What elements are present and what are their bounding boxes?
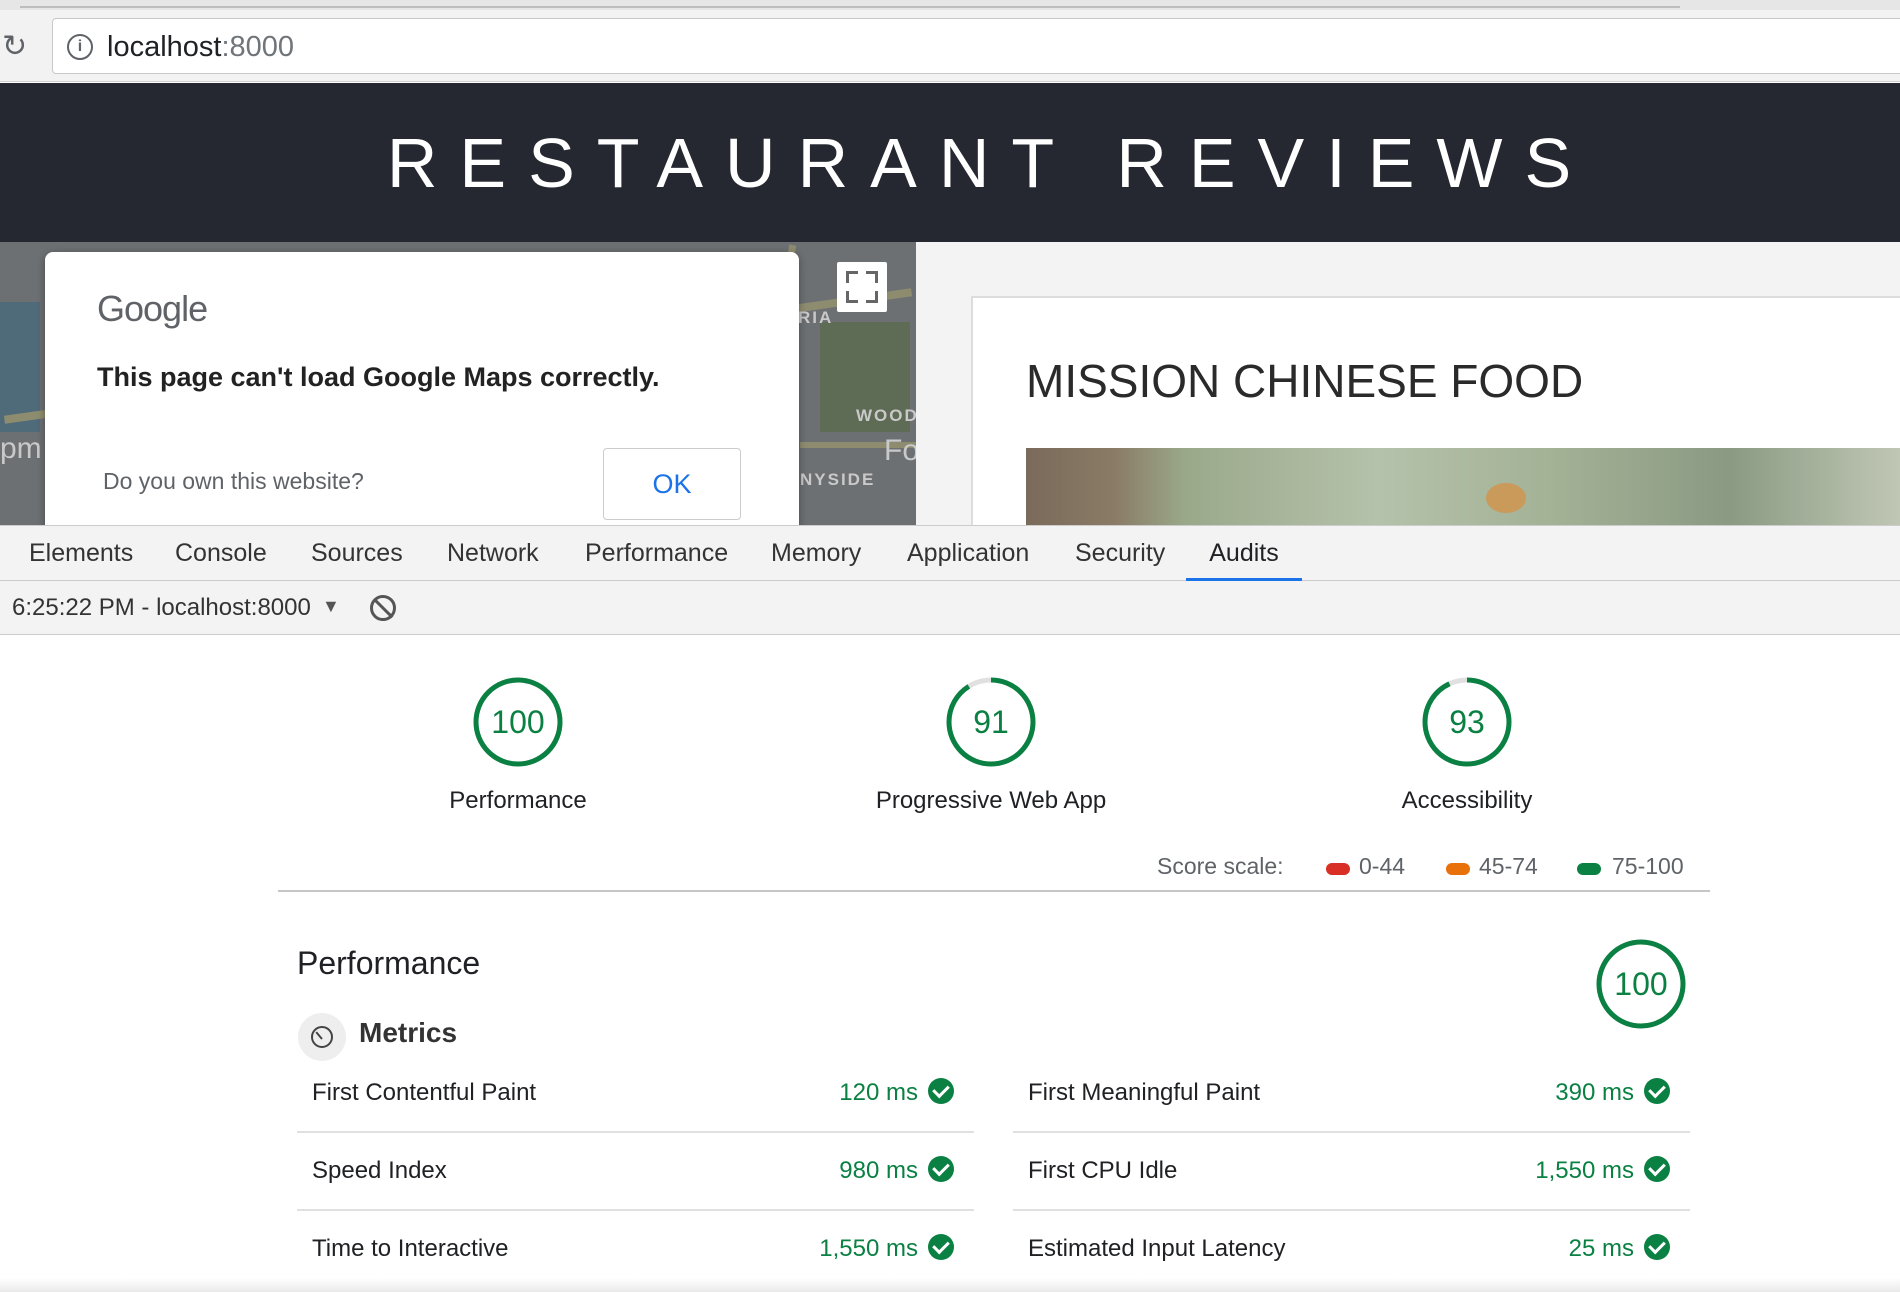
fullscreen-icon	[866, 271, 878, 283]
pass-check-icon	[1644, 1234, 1670, 1260]
pass-check-icon	[1644, 1156, 1670, 1182]
fullscreen-icon	[846, 271, 858, 283]
map-label: RIA	[798, 308, 834, 327]
metric-name: Estimated Input Latency	[1028, 1235, 1286, 1262]
url-text: localhost:8000	[107, 31, 295, 63]
metric-value: 120 ms	[839, 1079, 918, 1106]
gauge-pwa[interactable]: 91	[945, 676, 1037, 768]
maps-error-message: This page can't load Google Maps correct…	[97, 362, 660, 392]
gauge-score: 91	[973, 704, 1009, 740]
scale-range: 45-74	[1479, 853, 1538, 879]
gauge-performance[interactable]: 100	[472, 676, 564, 768]
fullscreen-icon	[846, 291, 858, 303]
tab-memory[interactable]: Memory	[771, 526, 861, 581]
stopwatch-icon	[298, 1013, 346, 1061]
metric-value: 390 ms	[1555, 1079, 1634, 1106]
photo-detail	[1486, 483, 1526, 513]
gauge-accessibility[interactable]: 93	[1421, 676, 1513, 768]
map-label: pm	[0, 432, 42, 465]
scale-green-pill	[1577, 863, 1601, 875]
metric-value: 25 ms	[1568, 1235, 1634, 1262]
caret-down-icon[interactable]: ▼	[322, 596, 340, 617]
restaurant-photo	[1026, 448, 1900, 528]
metric-row[interactable]: First Contentful Paint 120 ms	[297, 1055, 974, 1133]
gauge-label: Progressive Web App	[875, 787, 1107, 814]
gauge-label: Performance	[449, 787, 587, 814]
fullscreen-button[interactable]	[837, 262, 887, 312]
tab-application[interactable]: Application	[907, 526, 1029, 581]
ok-button[interactable]: OK	[603, 448, 741, 520]
tab-audits[interactable]: Audits	[1186, 526, 1302, 581]
metric-name: Time to Interactive	[312, 1235, 509, 1262]
audit-run-bar: 6:25:22 PM - localhost:8000 ▼	[0, 581, 1900, 635]
maps-error-dialog: Google This page can't load Google Maps …	[45, 252, 799, 525]
report-divider	[278, 890, 1710, 892]
browser-toolbar: ↻ i localhost:8000	[0, 10, 1900, 82]
fullscreen-icon	[866, 291, 878, 303]
map-label: NYSIDE	[800, 470, 876, 489]
metric-value: 1,550 ms	[1535, 1157, 1634, 1184]
tab-security[interactable]: Security	[1075, 526, 1165, 581]
info-icon[interactable]: i	[67, 34, 93, 60]
own-website-link[interactable]: Do you own this website?	[103, 468, 364, 495]
tab-network[interactable]: Network	[447, 526, 539, 581]
site-header: RESTAURANT REVIEWS	[0, 83, 1900, 242]
metric-row[interactable]: First Meaningful Paint 390 ms	[1013, 1055, 1690, 1133]
scale-orange-pill	[1446, 863, 1470, 875]
google-logo: Google	[97, 288, 208, 329]
audit-run-selector[interactable]: 6:25:22 PM - localhost:8000	[12, 594, 311, 622]
tab-performance[interactable]: Performance	[585, 526, 728, 581]
restaurant-name[interactable]: MISSION CHINESE FOOD	[1026, 354, 1583, 408]
tab-console[interactable]: Console	[175, 526, 267, 581]
pass-check-icon	[1644, 1078, 1670, 1104]
map-label: WOOD	[856, 406, 916, 425]
gauge-score: 100	[491, 704, 545, 740]
metric-value: 1,550 ms	[819, 1235, 918, 1262]
gauge-label: Accessibility	[1401, 787, 1533, 814]
scale-range: 75-100	[1612, 853, 1684, 879]
gauge-section-performance[interactable]: 100	[1595, 938, 1687, 1030]
gauge-score: 93	[1449, 704, 1485, 740]
devtools-tabbar: Elements Console Sources Network Perform…	[0, 525, 1900, 581]
metric-row[interactable]: Speed Index 980 ms	[297, 1133, 974, 1211]
score-scale-label: Score scale:	[1157, 853, 1284, 879]
metric-name: Speed Index	[312, 1157, 447, 1184]
map[interactable]: RIA WOOD Fo NYSIDE pm Google This page c…	[0, 242, 916, 525]
metric-name: First Contentful Paint	[312, 1079, 537, 1106]
bottom-edge	[0, 1278, 1900, 1292]
metric-name: First Meaningful Paint	[1028, 1079, 1261, 1106]
metrics-title: Metrics	[359, 1017, 458, 1048]
audit-report: 100 Performance 91 Progressive Web App 9…	[0, 635, 1900, 1292]
map-label: Fo	[884, 434, 916, 467]
gauge-score: 100	[1614, 966, 1668, 1002]
scale-red-pill	[1326, 863, 1350, 875]
reload-icon[interactable]: ↻	[2, 32, 32, 62]
clear-icon[interactable]	[370, 595, 396, 621]
pass-check-icon	[928, 1156, 954, 1182]
tab-outline	[20, 0, 1680, 8]
metric-value: 980 ms	[839, 1157, 918, 1184]
section-title: Performance	[297, 945, 481, 981]
scale-range: 0-44	[1359, 853, 1406, 879]
tab-sources[interactable]: Sources	[311, 526, 403, 581]
tab-elements[interactable]: Elements	[29, 526, 133, 581]
pass-check-icon	[928, 1078, 954, 1104]
site-title: RESTAURANT REVIEWS	[386, 124, 1594, 202]
pass-check-icon	[928, 1234, 954, 1260]
address-bar[interactable]: i localhost:8000	[52, 18, 1900, 74]
restaurant-card[interactable]: MISSION CHINESE FOOD	[971, 296, 1900, 536]
metric-row[interactable]: First CPU Idle 1,550 ms	[1013, 1133, 1690, 1211]
metric-name: First CPU Idle	[1028, 1157, 1178, 1184]
